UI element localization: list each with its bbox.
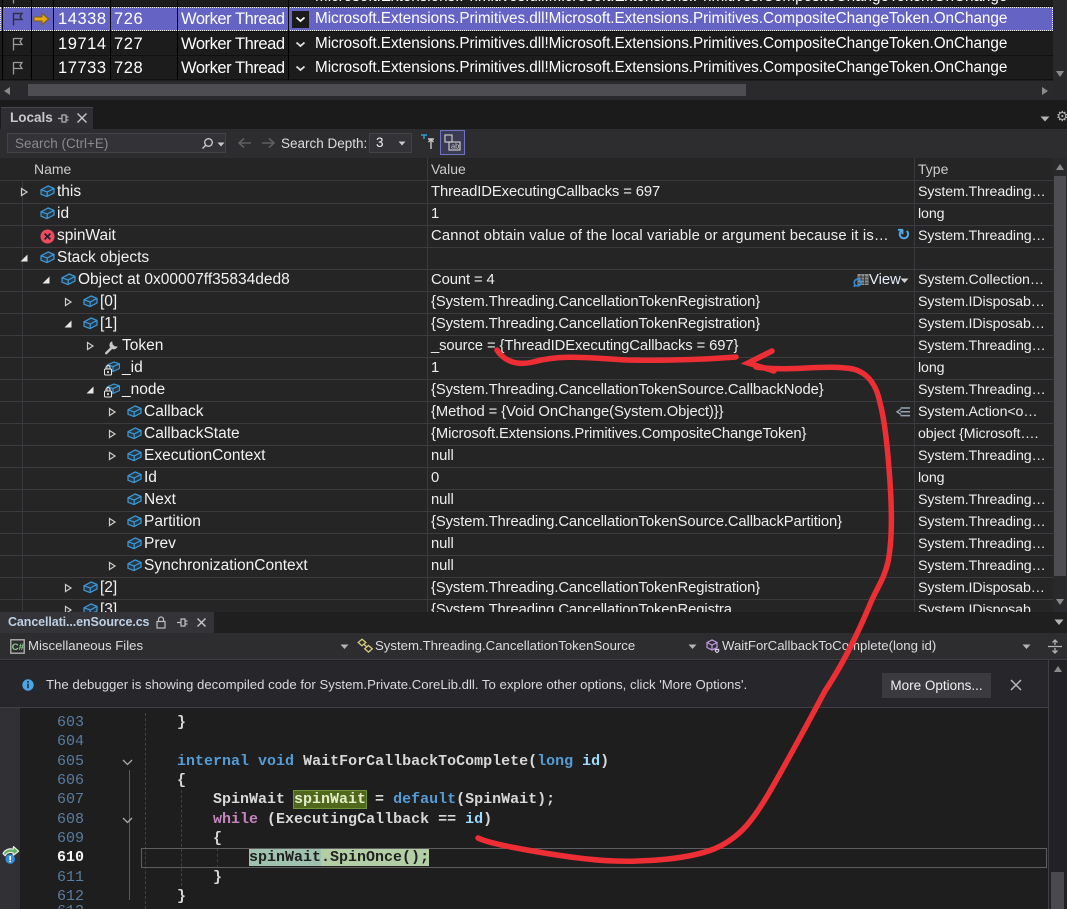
svg-text:C#: C# xyxy=(12,642,25,653)
svg-text:ab: ab xyxy=(451,142,459,151)
